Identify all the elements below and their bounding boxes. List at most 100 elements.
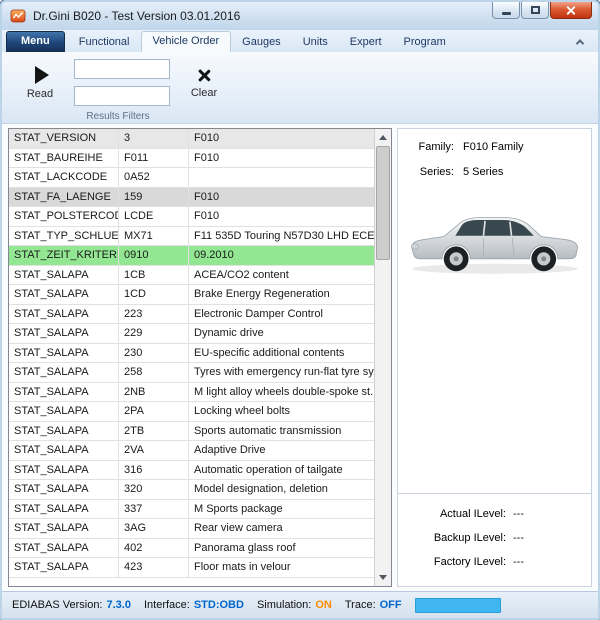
table-row[interactable]: STAT_SALAPA 229 Dynamic drive bbox=[9, 324, 374, 344]
results-filter-input-bottom[interactable] bbox=[74, 86, 170, 106]
table-row[interactable]: STAT_SALAPA 320 Model designation, delet… bbox=[9, 480, 374, 500]
result-code-cell: 2TB bbox=[119, 422, 189, 441]
scroll-up-button[interactable] bbox=[375, 129, 391, 146]
table-row[interactable]: STAT_SALAPA 2VA Adaptive Drive bbox=[9, 441, 374, 461]
table-row[interactable]: STAT_SALAPA 2PA Locking wheel bolts bbox=[9, 402, 374, 422]
table-row[interactable]: STAT_LACKCODE 0A52 bbox=[9, 168, 374, 188]
window-title: Dr.Gini B020 - Test Version 03.01.2016 bbox=[33, 9, 240, 23]
tab-units[interactable]: Units bbox=[292, 33, 339, 52]
result-desc-cell: Floor mats in velour bbox=[189, 558, 374, 577]
result-code-cell: 2VA bbox=[119, 441, 189, 460]
result-code-cell: 0910 bbox=[119, 246, 189, 265]
table-row[interactable]: STAT_SALAPA 316 Automatic operation of t… bbox=[9, 461, 374, 481]
vehicle-panel: Family: F010 Family Series: 5 Series bbox=[397, 128, 592, 587]
table-row[interactable]: STAT_SALAPA 1CB ACEA/CO2 content bbox=[9, 266, 374, 286]
maximize-button[interactable] bbox=[521, 2, 549, 19]
tab-menu[interactable]: Menu bbox=[6, 31, 65, 52]
ilevel-label-factory-ilevel: Factory ILevel: bbox=[410, 556, 506, 568]
result-name-cell: STAT_SALAPA bbox=[9, 363, 119, 382]
result-code-cell: LCDE bbox=[119, 207, 189, 226]
clear-button[interactable]: Clear bbox=[178, 57, 230, 109]
table-row[interactable]: STAT_POLSTERCODE LCDE F010 bbox=[9, 207, 374, 227]
result-desc-cell: Brake Energy Regeneration bbox=[189, 285, 374, 304]
result-name-cell: STAT_SALAPA bbox=[9, 324, 119, 343]
result-code-cell: 316 bbox=[119, 461, 189, 480]
result-desc-cell: F11 535D Touring N57D30 LHD ECE bbox=[189, 227, 374, 246]
read-button-label: Read bbox=[27, 88, 53, 100]
scrollbar-thumb[interactable] bbox=[376, 146, 390, 260]
result-name-cell: STAT_TYP_SCHLUES... bbox=[9, 227, 119, 246]
result-name-cell: STAT_ZEIT_KRITERI... bbox=[9, 246, 119, 265]
result-name-cell: STAT_SALAPA bbox=[9, 422, 119, 441]
result-desc-cell: Locking wheel bolts bbox=[189, 402, 374, 421]
tab-program[interactable]: Program bbox=[393, 33, 457, 52]
result-code-cell: 2PA bbox=[119, 402, 189, 421]
ilevel-value: --- bbox=[513, 556, 524, 568]
result-desc-cell: Tyres with emergency run-flat tyre sy... bbox=[189, 363, 374, 382]
arrow-up-icon bbox=[379, 135, 387, 140]
table-row[interactable]: STAT_SALAPA 1CD Brake Energy Regeneratio… bbox=[9, 285, 374, 305]
result-code-cell: 337 bbox=[119, 500, 189, 519]
result-desc-cell: F010 bbox=[189, 207, 374, 226]
result-desc-cell: Sports automatic transmission bbox=[189, 422, 374, 441]
ilevel-label-backup-ilevel: Backup ILevel: bbox=[410, 532, 506, 544]
play-triangle-icon bbox=[35, 66, 49, 84]
result-name-cell: STAT_SALAPA bbox=[9, 480, 119, 499]
ilevel-label-actual-ilevel: Actual ILevel: bbox=[410, 508, 506, 520]
table-row[interactable]: STAT_SALAPA 402 Panorama glass roof bbox=[9, 539, 374, 559]
result-name-cell: STAT_SALAPA bbox=[9, 558, 119, 577]
results-filter-input-top[interactable] bbox=[74, 59, 170, 79]
result-code-cell: 159 bbox=[119, 188, 189, 207]
results-table-area: STAT_VERSION 3 F010 STAT_BAUREIHE F011 F… bbox=[8, 128, 392, 587]
table-row[interactable]: STAT_ZEIT_KRITERI... 0910 09.2010 bbox=[9, 246, 374, 266]
result-desc-cell: M light alloy wheels double-spoke st... bbox=[189, 383, 374, 402]
result-code-cell: 2NB bbox=[119, 383, 189, 402]
result-code-cell: 3 bbox=[119, 129, 189, 148]
vertical-scrollbar[interactable] bbox=[374, 129, 391, 586]
table-row[interactable]: STAT_SALAPA 258 Tyres with emergency run… bbox=[9, 363, 374, 383]
ilevel-row: Factory ILevel: --- bbox=[410, 556, 579, 568]
read-button[interactable]: Read bbox=[14, 57, 66, 109]
result-code-cell: 223 bbox=[119, 305, 189, 324]
ribbon-toolbar: Read Clear Results Filters bbox=[2, 52, 598, 124]
table-row[interactable]: STAT_SALAPA 223 Electronic Damper Contro… bbox=[9, 305, 374, 325]
status-item-interface: Interface: STD:OBD bbox=[144, 599, 244, 611]
table-row[interactable]: STAT_SALAPA 423 Floor mats in velour bbox=[9, 558, 374, 578]
table-row[interactable]: STAT_SALAPA 3AG Rear view camera bbox=[9, 519, 374, 539]
series-value: 5 Series bbox=[463, 166, 503, 178]
table-row[interactable]: STAT_BAUREIHE F011 F010 bbox=[9, 149, 374, 169]
status-bar: EDIABAS Version: 7.3.0 Interface: STD:OB… bbox=[2, 591, 598, 618]
results-table: STAT_VERSION 3 F010 STAT_BAUREIHE F011 F… bbox=[9, 129, 374, 586]
table-row[interactable]: STAT_TYP_SCHLUES... MX71 F11 535D Tourin… bbox=[9, 227, 374, 247]
result-code-cell: 402 bbox=[119, 539, 189, 558]
tab-expert[interactable]: Expert bbox=[339, 33, 393, 52]
collapse-ribbon-button[interactable] bbox=[574, 36, 586, 48]
result-name-cell: STAT_LACKCODE bbox=[9, 168, 119, 187]
table-row[interactable]: STAT_SALAPA 2TB Sports automatic transmi… bbox=[9, 422, 374, 442]
table-row[interactable]: STAT_SALAPA 337 M Sports package bbox=[9, 500, 374, 520]
maximize-icon bbox=[531, 6, 540, 14]
result-code-cell: 1CB bbox=[119, 266, 189, 285]
result-desc-cell: EU-specific additional contents bbox=[189, 344, 374, 363]
scroll-down-button[interactable] bbox=[375, 569, 391, 586]
family-value: F010 Family bbox=[463, 141, 524, 153]
result-desc-cell: Panorama glass roof bbox=[189, 539, 374, 558]
scrollbar-track[interactable] bbox=[375, 260, 391, 569]
table-row[interactable]: STAT_SALAPA 2NB M light alloy wheels dou… bbox=[9, 383, 374, 403]
tab-functional[interactable]: Functional bbox=[68, 33, 141, 52]
result-desc-cell: F010 bbox=[189, 129, 374, 148]
main-area: STAT_VERSION 3 F010 STAT_BAUREIHE F011 F… bbox=[2, 124, 598, 591]
minimize-button[interactable] bbox=[492, 2, 520, 19]
result-code-cell: MX71 bbox=[119, 227, 189, 246]
tab-gauges[interactable]: Gauges bbox=[231, 33, 292, 52]
result-name-cell: STAT_VERSION bbox=[9, 129, 119, 148]
result-name-cell: STAT_BAUREIHE bbox=[9, 149, 119, 168]
table-row[interactable]: STAT_SALAPA 230 EU-specific additional c… bbox=[9, 344, 374, 364]
table-row[interactable]: STAT_VERSION 3 F010 bbox=[9, 129, 374, 149]
close-button[interactable] bbox=[550, 2, 592, 19]
status-progress-bar bbox=[415, 598, 501, 613]
result-code-cell: 0A52 bbox=[119, 168, 189, 187]
table-row[interactable]: STAT_FA_LAENGE 159 F010 bbox=[9, 188, 374, 208]
tab-vehicle-order[interactable]: Vehicle Order bbox=[141, 31, 232, 52]
ilevel-row: Backup ILevel: --- bbox=[410, 532, 579, 544]
